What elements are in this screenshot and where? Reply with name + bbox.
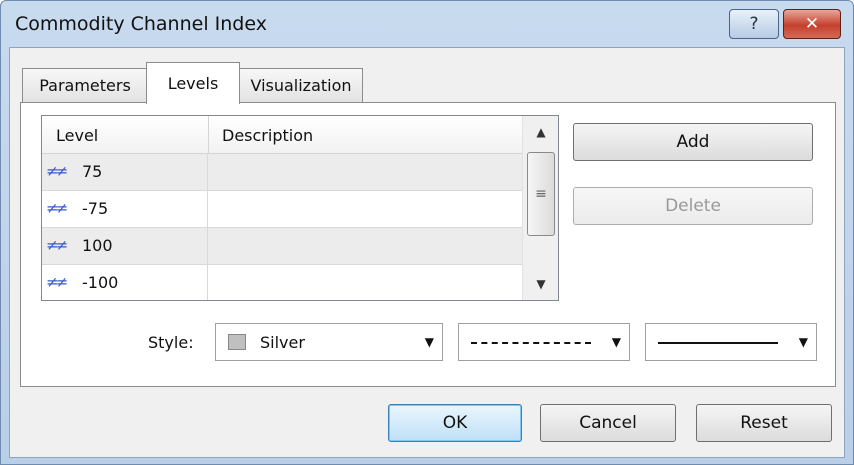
tab-levels[interactable]: Levels [146, 62, 240, 104]
help-button[interactable]: ? [729, 9, 779, 39]
arrow-down-icon: ▼ [536, 277, 546, 291]
level-line-icon: ≠≠ [46, 199, 68, 217]
levels-panel: Level Description ≠≠ 75 ≠≠ -75 ≠≠ 100 ≠≠… [20, 102, 836, 387]
table-row[interactable]: ≠≠ 75 [42, 154, 522, 191]
column-header-level[interactable]: Level [56, 126, 98, 145]
level-value: 75 [82, 162, 103, 181]
level-cell[interactable]: ≠≠ 75 [42, 154, 208, 190]
reset-button[interactable]: Reset [696, 404, 832, 442]
dialog-window: Commodity Channel Index ? ✕ Parameters L… [0, 0, 854, 465]
color-select-value: Silver [260, 333, 305, 352]
chevron-down-icon: ▼ [611, 335, 621, 349]
close-button[interactable]: ✕ [783, 9, 841, 39]
level-value: 100 [82, 236, 113, 255]
level-cell[interactable]: ≠≠ -100 [42, 265, 208, 300]
scroll-down-button[interactable]: ▼ [523, 268, 558, 300]
levels-list[interactable]: Level Description ≠≠ 75 ≠≠ -75 ≠≠ 100 ≠≠… [41, 115, 559, 301]
list-scrollbar[interactable]: ▲ ≡ ▼ [522, 116, 558, 300]
close-icon: ✕ [804, 14, 820, 34]
grip-icon: ≡ [535, 186, 547, 202]
delete-button[interactable]: Delete [573, 187, 813, 225]
level-value: -75 [82, 199, 109, 218]
tab-parameters[interactable]: Parameters [22, 68, 148, 102]
tab-visualization[interactable]: Visualization [239, 68, 363, 102]
window-title: Commodity Channel Index [15, 13, 267, 35]
level-cell[interactable]: ≠≠ 100 [42, 228, 208, 264]
add-button[interactable]: Add [573, 123, 813, 161]
table-row[interactable]: ≠≠ -100 [42, 265, 522, 300]
list-header: Level Description [42, 116, 522, 154]
help-icon: ? [749, 14, 759, 34]
color-select[interactable]: Silver ▼ [215, 323, 443, 361]
scroll-up-button[interactable]: ▲ [523, 116, 558, 148]
level-line-icon: ≠≠ [46, 162, 68, 180]
line-style-select[interactable]: ▼ [458, 323, 630, 361]
chevron-down-icon: ▼ [798, 335, 808, 349]
level-line-icon: ≠≠ [46, 273, 68, 291]
solid-line-preview [658, 342, 778, 344]
table-row[interactable]: ≠≠ 100 [42, 228, 522, 265]
column-divider[interactable] [208, 116, 209, 154]
ok-button[interactable]: OK [388, 404, 522, 442]
level-cell[interactable]: ≠≠ -75 [42, 191, 208, 227]
style-label: Style: [148, 333, 194, 352]
scroll-thumb[interactable]: ≡ [527, 152, 555, 236]
cancel-button[interactable]: Cancel [540, 404, 676, 442]
line-width-select[interactable]: ▼ [645, 323, 817, 361]
arrow-up-icon: ▲ [536, 125, 546, 139]
level-value: -100 [82, 273, 119, 292]
dialog-client: Parameters Levels Visualization Level De… [9, 47, 845, 458]
title-bar[interactable]: Commodity Channel Index ? ✕ [1, 1, 853, 47]
color-swatch [228, 334, 246, 350]
dashed-line-preview [471, 342, 591, 344]
chevron-down-icon: ▼ [424, 335, 434, 349]
level-line-icon: ≠≠ [46, 236, 68, 254]
column-header-description[interactable]: Description [222, 126, 313, 145]
table-row[interactable]: ≠≠ -75 [42, 191, 522, 228]
